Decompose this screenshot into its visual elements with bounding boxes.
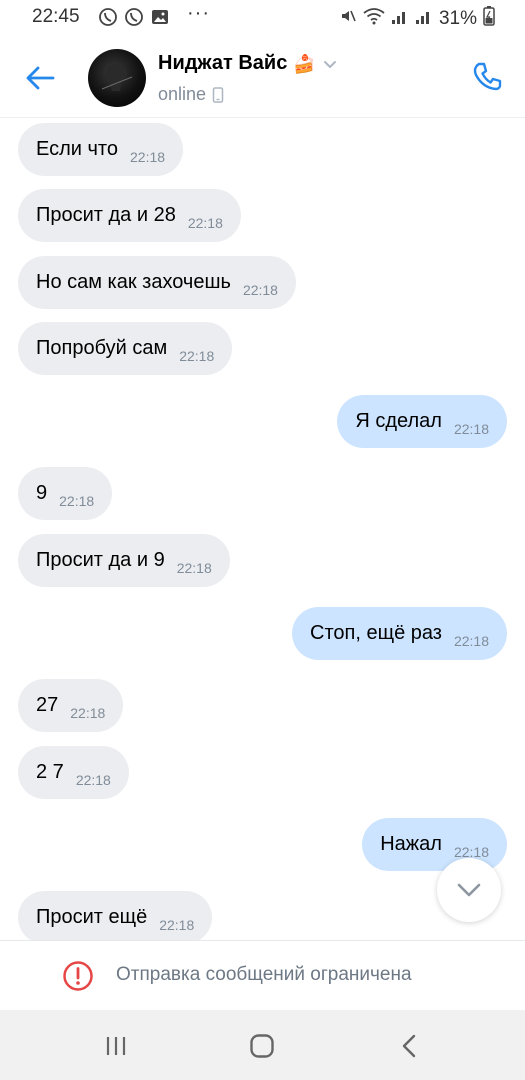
message-time: 22:18: [75, 771, 111, 788]
message-text: Но сам как захочешь: [36, 271, 231, 293]
viber-icon: [98, 7, 118, 27]
message-text: Просит ещё: [36, 906, 148, 928]
battery-icon: [483, 6, 495, 31]
viber-icon: [124, 7, 144, 27]
message-outgoing[interactable]: Я сделал 22:18: [337, 395, 507, 448]
message-time: 22:18: [179, 347, 215, 364]
message-incoming[interactable]: Просит да и 9 22:18: [18, 534, 230, 587]
message-time: 22:18: [242, 281, 278, 298]
message-text: Просит да и 28: [36, 204, 176, 226]
home-icon: [250, 1034, 274, 1058]
gallery-icon: [150, 7, 170, 27]
contact-name: Ниджат Вайс: [158, 52, 288, 74]
message-incoming[interactable]: 9 22:18: [18, 467, 113, 520]
back-button[interactable]: [22, 60, 58, 96]
message-text: Просит да и 9: [36, 549, 165, 571]
more-notifications-indicator: ···: [187, 2, 210, 24]
home-button[interactable]: [246, 1030, 278, 1062]
contact-status-row: online: [158, 84, 224, 105]
message-time: 22:18: [59, 492, 95, 509]
message-incoming[interactable]: Но сам как захочешь 22:18: [18, 256, 296, 309]
back-nav-button[interactable]: [393, 1030, 425, 1062]
message-time: 22:18: [70, 704, 106, 721]
message-outgoing[interactable]: Стоп, ещё раз 22:18: [292, 607, 507, 660]
message-time: 22:18: [453, 420, 489, 437]
message-text: 2 7: [36, 761, 64, 783]
message-text: Нажал: [380, 833, 442, 855]
status-bar: 22:45 ··· 31%: [0, 0, 525, 36]
arrow-left-icon: [26, 66, 55, 90]
message-incoming[interactable]: 27 22:18: [18, 679, 124, 732]
mobile-phone-icon: [212, 86, 224, 103]
restriction-text: Отправка сообщений ограничена: [116, 964, 412, 985]
notification-icons: [98, 7, 170, 27]
message-time: 22:18: [187, 214, 223, 231]
status-time: 22:45: [32, 6, 80, 27]
message-list[interactable]: Если что 22:18 Просит да и 28 22:18 Но с…: [0, 118, 525, 940]
signal-icon: [391, 7, 409, 30]
messaging-restricted-bar: Отправка сообщений ограничена: [0, 940, 525, 1010]
message-text: Если что: [36, 138, 118, 160]
message-incoming[interactable]: Просит да и 28 22:18: [18, 189, 241, 242]
message-text: Попробуй сам: [36, 337, 168, 359]
recent-apps-icon: [106, 1037, 126, 1055]
message-text: Я сделал: [355, 410, 442, 432]
chevron-left-icon: [402, 1034, 416, 1058]
mute-icon: [339, 7, 357, 30]
warning-circle-icon: [63, 961, 93, 991]
message-incoming[interactable]: Попробуй сам 22:18: [18, 322, 233, 375]
message-time: 22:18: [130, 148, 166, 165]
message-time: 22:18: [159, 916, 195, 933]
online-status: online: [158, 84, 207, 104]
battery-percent: 31%: [438, 7, 477, 29]
contact-name-row[interactable]: Ниджат Вайс 🍰: [158, 52, 340, 75]
wifi-icon: [363, 7, 385, 30]
message-time: 22:18: [453, 632, 489, 649]
signal-icon: [415, 7, 433, 30]
message-text: Стоп, ещё раз: [310, 622, 442, 644]
chevron-down-icon: [322, 55, 340, 73]
chat-header: Ниджат Вайс 🍰 online: [0, 36, 525, 118]
message-time: 22:18: [453, 843, 489, 860]
phone-icon: [473, 62, 502, 91]
message-text: 27: [36, 694, 59, 716]
message-incoming[interactable]: Просит ещё 22:18: [18, 891, 213, 940]
system-indicators: 31%: [339, 6, 495, 31]
message-text: 9: [36, 482, 48, 504]
message-incoming[interactable]: 2 7 22:18: [18, 746, 129, 799]
system-navigation-bar: [0, 1010, 525, 1080]
recent-apps-button[interactable]: [100, 1030, 132, 1062]
message-incoming[interactable]: Если что 22:18: [18, 123, 184, 176]
chevron-down-icon: [457, 883, 481, 897]
scroll-to-bottom-button[interactable]: [437, 858, 501, 922]
avatar[interactable]: [88, 49, 146, 107]
message-time: 22:18: [176, 559, 212, 576]
cake-emoji: 🍰: [293, 53, 316, 74]
call-button[interactable]: [469, 58, 505, 94]
